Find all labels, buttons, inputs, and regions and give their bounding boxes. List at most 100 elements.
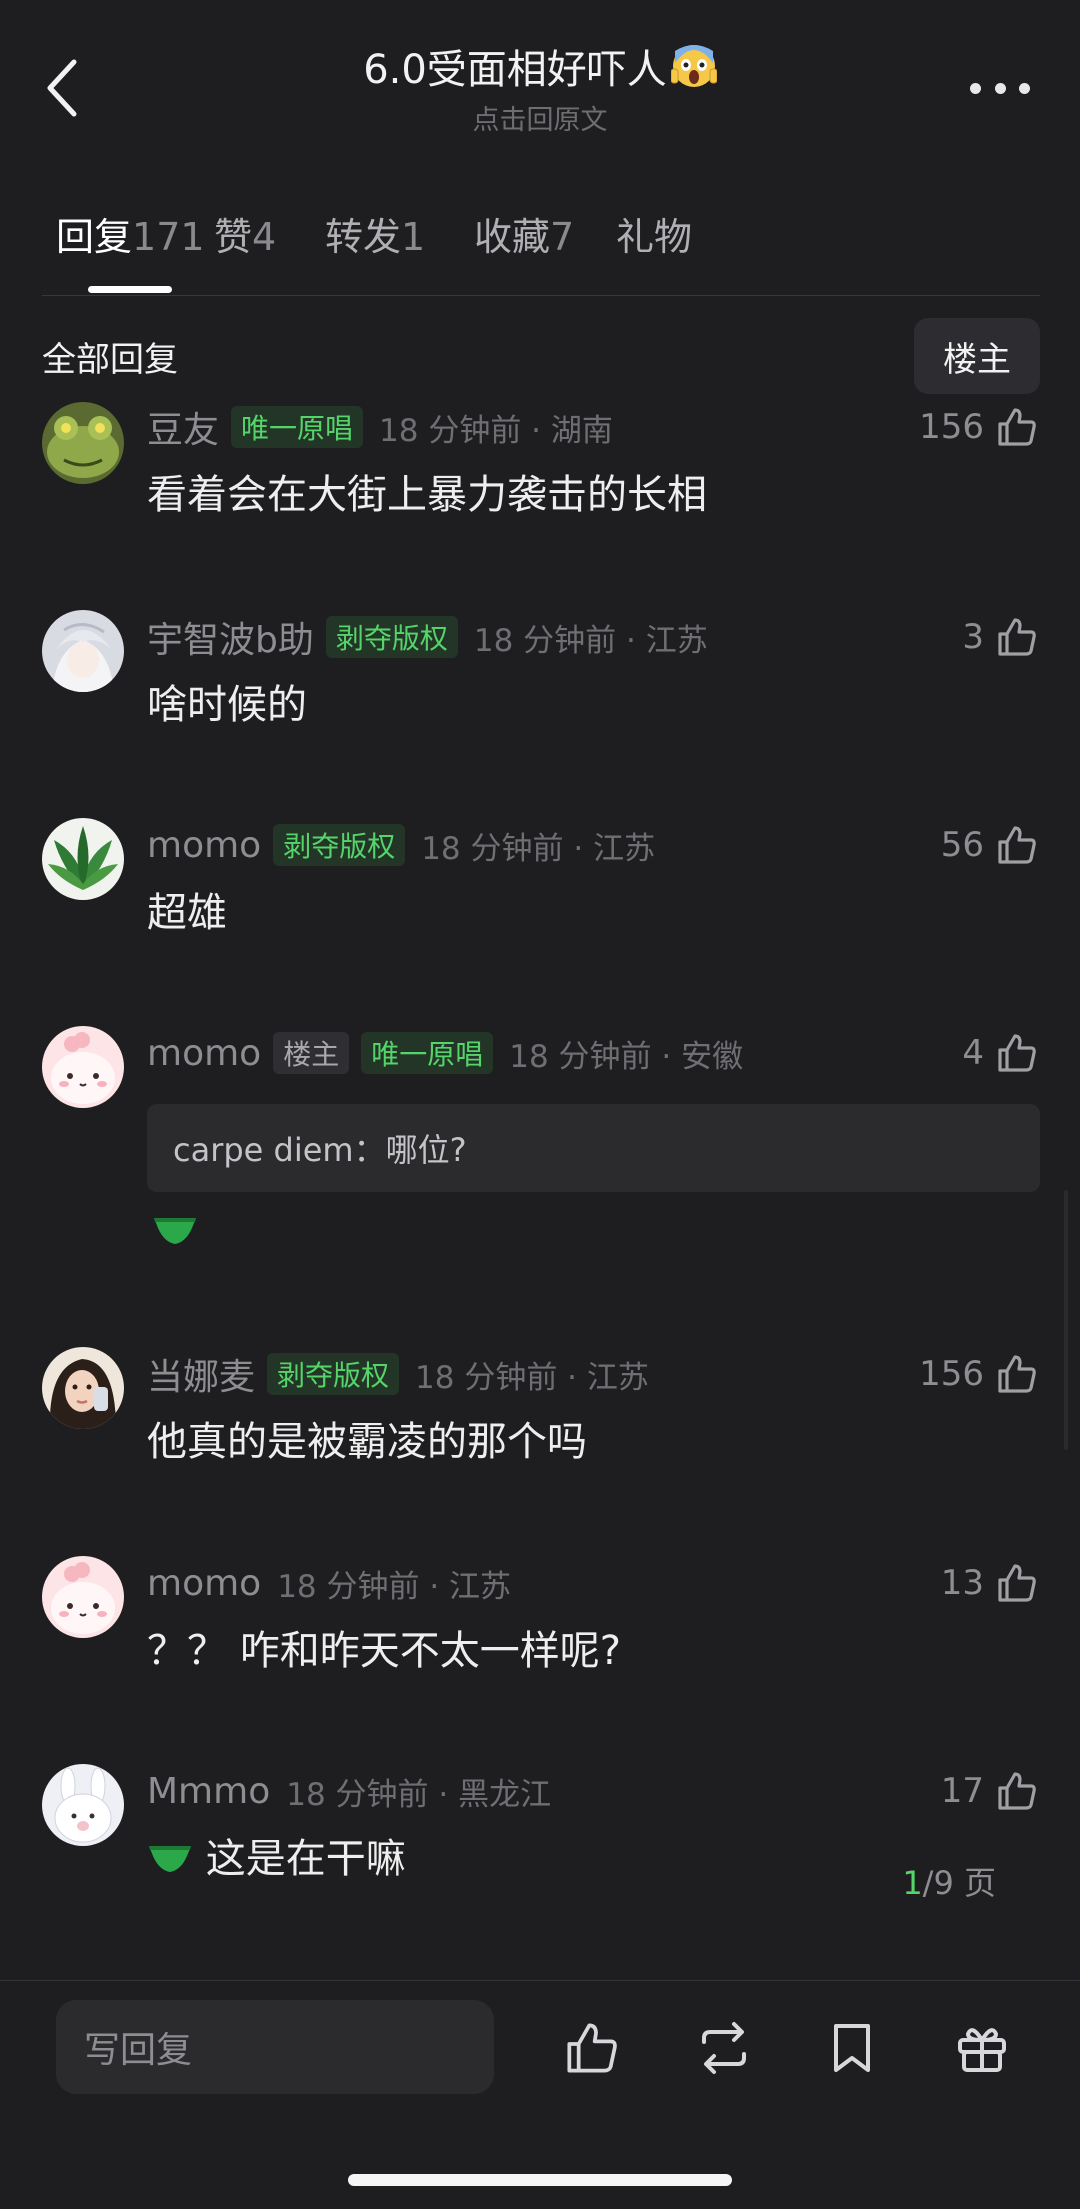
tab-count: 4 [252, 215, 277, 259]
active-tab-indicator [88, 286, 172, 293]
pink-blob-avatar[interactable] [42, 1026, 124, 1108]
status-badge: 唯一原唱 [361, 1032, 494, 1074]
thumbs-up-icon [998, 1564, 1036, 1602]
like-count: 4 [962, 1033, 984, 1073]
quoted-reply[interactable]: carpe diem：哪位? [147, 1104, 1040, 1192]
more-dot-icon [970, 82, 981, 94]
username[interactable]: momo [147, 825, 261, 866]
comment-meta: Mmmo 18 分钟前 · 黑龙江 [147, 1764, 551, 1818]
like-button[interactable]: 13 [941, 1556, 1038, 1610]
anime-avatar[interactable] [42, 610, 124, 692]
title-text: 6.0受面相好吓人 [363, 47, 667, 93]
op-badge: 楼主 [273, 1032, 350, 1074]
like-button[interactable]: 156 [919, 400, 1038, 454]
comment-meta: 豆友 唯一原唱 18 分钟前 · 湖南 [147, 400, 613, 454]
gift-button[interactable] [946, 2012, 1018, 2084]
username[interactable]: 当娜麦 [147, 1348, 255, 1400]
timestamp: 18 分钟前 · 安徽 [509, 1038, 744, 1075]
page-title: 6.0受面相好吓人 [200, 42, 880, 104]
timestamp: 18 分钟前 · 江苏 [415, 1359, 649, 1396]
current-page: 1 [902, 1864, 923, 1902]
tab-favorites[interactable]: 收藏7 [474, 206, 574, 261]
username[interactable]: momo [147, 1033, 261, 1074]
top-bar: 6.0受面相好吓人 点击回原文 [0, 0, 1080, 180]
comment-text: 超雄 [147, 890, 227, 936]
like-button[interactable]: 56 [941, 818, 1038, 872]
like-count: 13 [940, 1563, 984, 1603]
comment-item[interactable]: 当娜麦 剥夺版权 18 分钟前 · 江苏 156 他真的是被霸凌的那个吗 [0, 1347, 1080, 1477]
like-button[interactable]: 17 [941, 1764, 1038, 1818]
like-count: 156 [919, 1354, 984, 1394]
tab-gifts[interactable]: 礼物 [616, 206, 692, 261]
like-button[interactable]: 156 [919, 1347, 1038, 1401]
thumbs-up-icon [998, 1772, 1036, 1810]
screaming-face-emoji-icon [670, 43, 718, 104]
tab-count: 7 [550, 215, 575, 259]
comment-item[interactable]: momo 18 分钟前 · 江苏 13 ？？ 咋和昨天不太一样呢? [0, 1556, 1080, 1686]
back-to-post-link[interactable]: 点击回原文 [200, 104, 880, 138]
frog-avatar[interactable] [42, 402, 124, 484]
all-replies-label: 全部回复 [42, 340, 178, 380]
repost-icon [702, 2022, 746, 2074]
divider [42, 295, 1040, 296]
thumbs-up-icon [998, 618, 1036, 656]
comment-item[interactable]: 宇智波b助 剥夺版权 18 分钟前 · 江苏 3 啥时候的 [0, 610, 1080, 740]
comment-meta: 宇智波b助 剥夺版权 18 分钟前 · 江苏 [147, 610, 708, 664]
green-underwear-sticker-icon [152, 1214, 198, 1250]
like-count: 3 [962, 617, 984, 657]
total-pages: /9 页 [922, 1864, 996, 1902]
bookmark-button[interactable] [816, 2012, 888, 2084]
thumbs-up-icon [998, 826, 1036, 864]
home-indicator [348, 2174, 732, 2186]
tab-count: 1 [401, 215, 426, 259]
pink-blob-avatar[interactable] [42, 1556, 124, 1638]
username[interactable]: Mmmo [147, 1771, 270, 1812]
scrollbar[interactable] [1064, 1190, 1068, 1450]
thumbs-up-icon [998, 1034, 1036, 1072]
tab-label: 礼物 [616, 215, 693, 259]
more-dot-icon [1019, 82, 1030, 94]
selfie-avatar[interactable] [42, 1347, 124, 1429]
comment-text: 他真的是被霸凌的那个吗 [147, 1419, 587, 1465]
status-badge: 剥夺版权 [273, 824, 406, 866]
post-title-area[interactable]: 6.0受面相好吓人 点击回原文 [200, 42, 880, 138]
comment-meta: momo 剥夺版权 18 分钟前 · 江苏 [147, 818, 655, 872]
comment-text: ？？ 咋和昨天不太一样呢? [147, 1628, 621, 1674]
like-button[interactable]: 3 [962, 610, 1038, 664]
gift-icon [958, 2028, 1006, 2072]
page-indicator[interactable]: 1/9 页 [902, 1858, 996, 1904]
like-button[interactable]: 4 [962, 1026, 1038, 1080]
chevron-left-icon [47, 59, 77, 117]
username[interactable]: 豆友 [147, 401, 219, 453]
username[interactable]: 宇智波b助 [147, 611, 314, 663]
tab-label: 回复 [56, 215, 133, 259]
op-only-filter-button[interactable]: 楼主 [914, 318, 1040, 394]
timestamp: 18 分钟前 · 江苏 [473, 622, 708, 659]
back-button[interactable] [36, 52, 88, 124]
like-count: 56 [940, 825, 984, 865]
tab-likes[interactable]: 赞4 [214, 206, 276, 261]
status-badge: 剥夺版权 [267, 1353, 400, 1395]
timestamp: 18 分钟前 · 湖南 [379, 412, 613, 449]
username[interactable]: momo [147, 1563, 261, 1604]
timestamp: 18 分钟前 · 江苏 [277, 1568, 512, 1605]
bunny-avatar[interactable] [42, 1764, 124, 1846]
comment-item[interactable]: momo 剥夺版权 18 分钟前 · 江苏 56 超雄 [0, 818, 1080, 948]
repost-button[interactable] [688, 2012, 760, 2084]
comment-text: 看着会在大街上暴力袭击的长相 [147, 472, 707, 518]
divider [0, 1980, 1080, 1981]
comment-text: 这是在干嘛 [205, 1836, 406, 1882]
reply-input[interactable]: 写回复 [56, 2000, 494, 2094]
more-options-button[interactable] [970, 76, 1030, 100]
tab-label: 赞 [214, 215, 253, 259]
tab-label: 收藏 [474, 215, 551, 259]
tab-reposts[interactable]: 转发1 [325, 206, 425, 261]
like-post-button[interactable] [556, 2012, 628, 2084]
comment-item[interactable]: 豆友 唯一原唱 18 分钟前 · 湖南 156 看着会在大街上暴力袭击的长相 [0, 402, 1080, 532]
tab-replies[interactable]: 回复171 [56, 206, 205, 261]
comment-meta: 当娜麦 剥夺版权 18 分钟前 · 江苏 [147, 1347, 649, 1401]
like-count: 156 [919, 407, 984, 447]
comment-item[interactable]: momo 楼主 唯一原唱 18 分钟前 · 安徽 4 carpe diem：哪位… [0, 1026, 1080, 1266]
comment-text-row: 这是在干嘛 [147, 1826, 406, 1884]
leaves-avatar[interactable] [42, 818, 124, 900]
